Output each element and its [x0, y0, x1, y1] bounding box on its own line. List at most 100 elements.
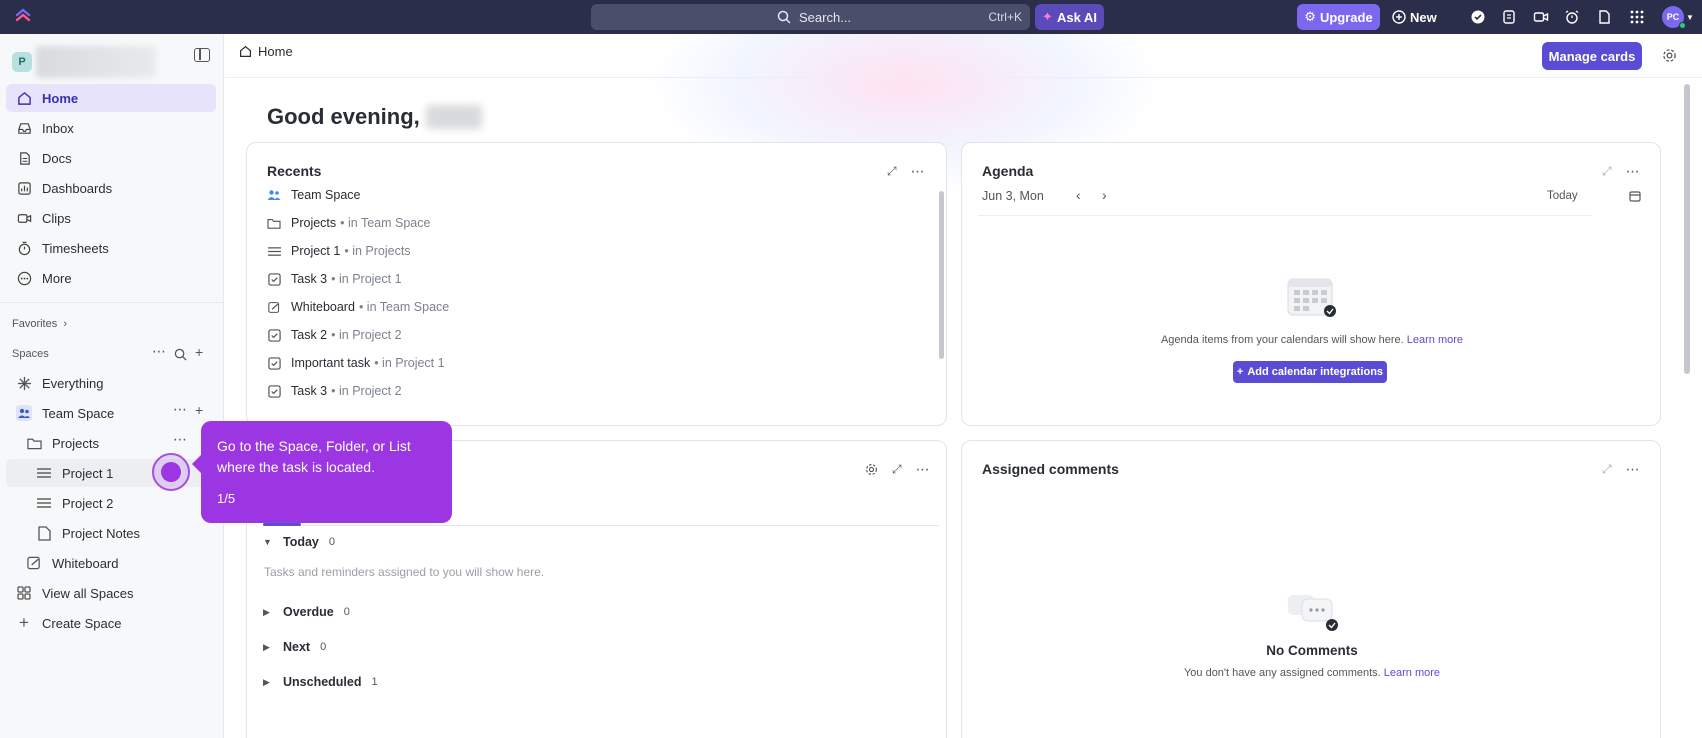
recent-item[interactable]: Team Space: [267, 185, 360, 205]
recent-item[interactable]: Task 3 • in Project 2: [267, 381, 402, 401]
task-check-icon: [267, 272, 281, 286]
user-avatar[interactable]: PC: [1662, 6, 1686, 29]
recent-item-location: • in Project 2: [331, 328, 402, 342]
spaces-search-icon[interactable]: [174, 348, 187, 361]
expand-icon[interactable]: ⤢: [892, 462, 902, 477]
recent-item-name: Team Space: [291, 188, 361, 202]
agenda-divider: [978, 215, 1592, 216]
recent-item[interactable]: Projects • in Team Space: [267, 213, 430, 233]
document-icon[interactable]: [1596, 9, 1612, 25]
group-label: Overdue: [283, 605, 334, 619]
create-space[interactable]: + Create Space: [6, 609, 216, 637]
recent-item[interactable]: Task 3 • in Project 1: [267, 269, 402, 289]
chevron-left-icon[interactable]: ‹: [1076, 187, 1081, 203]
nav-timesheets[interactable]: Timesheets: [6, 234, 216, 262]
more-circle-icon: [16, 270, 32, 286]
calendar-icon[interactable]: [1629, 190, 1641, 202]
view-all-spaces[interactable]: View all Spaces: [6, 579, 216, 607]
recent-item[interactable]: Whiteboard • in Team Space: [267, 297, 449, 317]
active-tab-indicator: [263, 523, 301, 526]
recent-item-name: Task 2: [291, 328, 328, 342]
add-calendar-label: Add calendar integrations: [1247, 366, 1384, 378]
nav-clips[interactable]: Clips: [6, 204, 216, 232]
more-horizontal-icon[interactable]: ⋯: [916, 461, 930, 478]
expand-icon[interactable]: ⤢: [1602, 164, 1612, 179]
more-horizontal-icon[interactable]: ⋯: [1626, 461, 1640, 478]
nav-inbox-label: Inbox: [42, 120, 74, 136]
nav-more[interactable]: More: [6, 264, 216, 292]
team-space-more-icon[interactable]: ⋯: [173, 401, 187, 418]
recent-item[interactable]: Task 2 • in Project 2: [267, 325, 402, 345]
task-check-icon: [267, 328, 281, 342]
upgrade-label: Upgrade: [1319, 9, 1373, 25]
recent-item[interactable]: Important task • in Project 1: [267, 353, 445, 373]
alarm-clock-icon[interactable]: [1564, 9, 1580, 25]
recent-item-name: Whiteboard: [291, 300, 355, 314]
agenda-learn-more-link[interactable]: Learn more: [1407, 334, 1463, 346]
list-icon: [36, 495, 52, 511]
agenda-today-button[interactable]: Today: [1547, 190, 1578, 202]
more-horizontal-icon[interactable]: ⋯: [911, 163, 925, 180]
breadcrumb[interactable]: Home: [239, 44, 293, 59]
projects-more-icon[interactable]: ⋯: [173, 431, 187, 448]
app-logo-icon[interactable]: [14, 7, 32, 27]
chevron-down-icon[interactable]: ▼: [1686, 13, 1694, 22]
doc-icon: [36, 525, 52, 541]
recent-item[interactable]: Project 1 • in Projects: [267, 241, 411, 261]
folder-icon: [26, 435, 42, 451]
add-calendar-integrations-button[interactable]: + Add calendar integrations: [1233, 361, 1387, 383]
more-horizontal-icon[interactable]: ⋯: [1626, 163, 1640, 180]
recents-scrollbar[interactable]: [939, 191, 944, 359]
team-space-add-icon[interactable]: +: [195, 402, 203, 418]
whiteboard-icon: [267, 300, 281, 314]
tour-step-counter: 1/5: [217, 491, 236, 506]
tree-whiteboard-label: Whiteboard: [52, 555, 119, 571]
grid-icon: [16, 585, 32, 601]
nav-docs[interactable]: Docs: [6, 144, 216, 172]
video-clip-icon[interactable]: [1533, 9, 1549, 25]
tree-everything[interactable]: Everything: [6, 369, 216, 397]
tree-everything-label: Everything: [42, 375, 104, 391]
apps-grid-icon[interactable]: [1629, 9, 1645, 25]
main-scrollbar[interactable]: [1684, 84, 1690, 374]
ask-ai-button[interactable]: ✦ Ask AI: [1035, 4, 1104, 30]
tree-projects-label: Projects: [52, 435, 99, 451]
spaces-section-label: Spaces: [12, 348, 49, 360]
group-unscheduled[interactable]: ▶ Unscheduled 1: [263, 675, 378, 689]
recent-item-location: • in Project 2: [331, 384, 402, 398]
new-button[interactable]: New: [1392, 4, 1442, 30]
group-today[interactable]: ▼ Today 0: [263, 535, 335, 549]
agenda-card: Agenda ⤢ ⋯ Jun 3, Mon ‹ › Today Agenda i…: [961, 142, 1661, 426]
assigned-learn-more-link[interactable]: Learn more: [1384, 667, 1440, 679]
nav-inbox[interactable]: Inbox: [6, 114, 216, 142]
notepad-icon[interactable]: [1501, 9, 1517, 25]
group-next[interactable]: ▶ Next 0: [263, 640, 326, 654]
search-bar[interactable]: Search... Ctrl+K: [591, 4, 1030, 30]
tree-project-notes[interactable]: Project Notes: [6, 519, 216, 547]
check-circle-icon[interactable]: [1470, 9, 1486, 25]
spaces-more-icon[interactable]: ⋯: [152, 343, 166, 360]
settings-gear-icon[interactable]: [865, 463, 878, 476]
favorites-section[interactable]: Favorites ›: [12, 318, 67, 330]
nav-dashboards[interactable]: Dashboards: [6, 174, 216, 202]
nav-home[interactable]: Home: [6, 84, 216, 112]
tree-project-2[interactable]: Project 2: [6, 489, 216, 517]
recent-item-name: Task 3: [291, 272, 328, 286]
collapse-sidebar-icon[interactable]: [194, 48, 210, 62]
tree-whiteboard[interactable]: Whiteboard: [6, 549, 216, 577]
tour-hotspot-dot[interactable]: [161, 462, 181, 482]
group-overdue[interactable]: ▶ Overdue 0: [263, 605, 350, 619]
chevron-right-icon[interactable]: ›: [1102, 187, 1107, 203]
expand-icon[interactable]: ⤢: [887, 164, 897, 179]
manage-cards-button[interactable]: Manage cards: [1542, 42, 1642, 70]
video-icon: [16, 210, 32, 226]
my-work-empty-text: Tasks and reminders assigned to you will…: [264, 565, 545, 579]
settings-gear-icon[interactable]: [1662, 48, 1677, 63]
upgrade-button[interactable]: ⚙ Upgrade: [1297, 4, 1380, 30]
add-space-icon[interactable]: +: [195, 344, 203, 360]
recent-item-name: Important task: [291, 356, 371, 370]
workspace-switcher[interactable]: P: [12, 46, 156, 78]
expand-icon[interactable]: ⤢: [1602, 462, 1612, 477]
comments-illustration-icon: [1288, 595, 1338, 631]
recent-item-location: • in Team Space: [358, 300, 450, 314]
